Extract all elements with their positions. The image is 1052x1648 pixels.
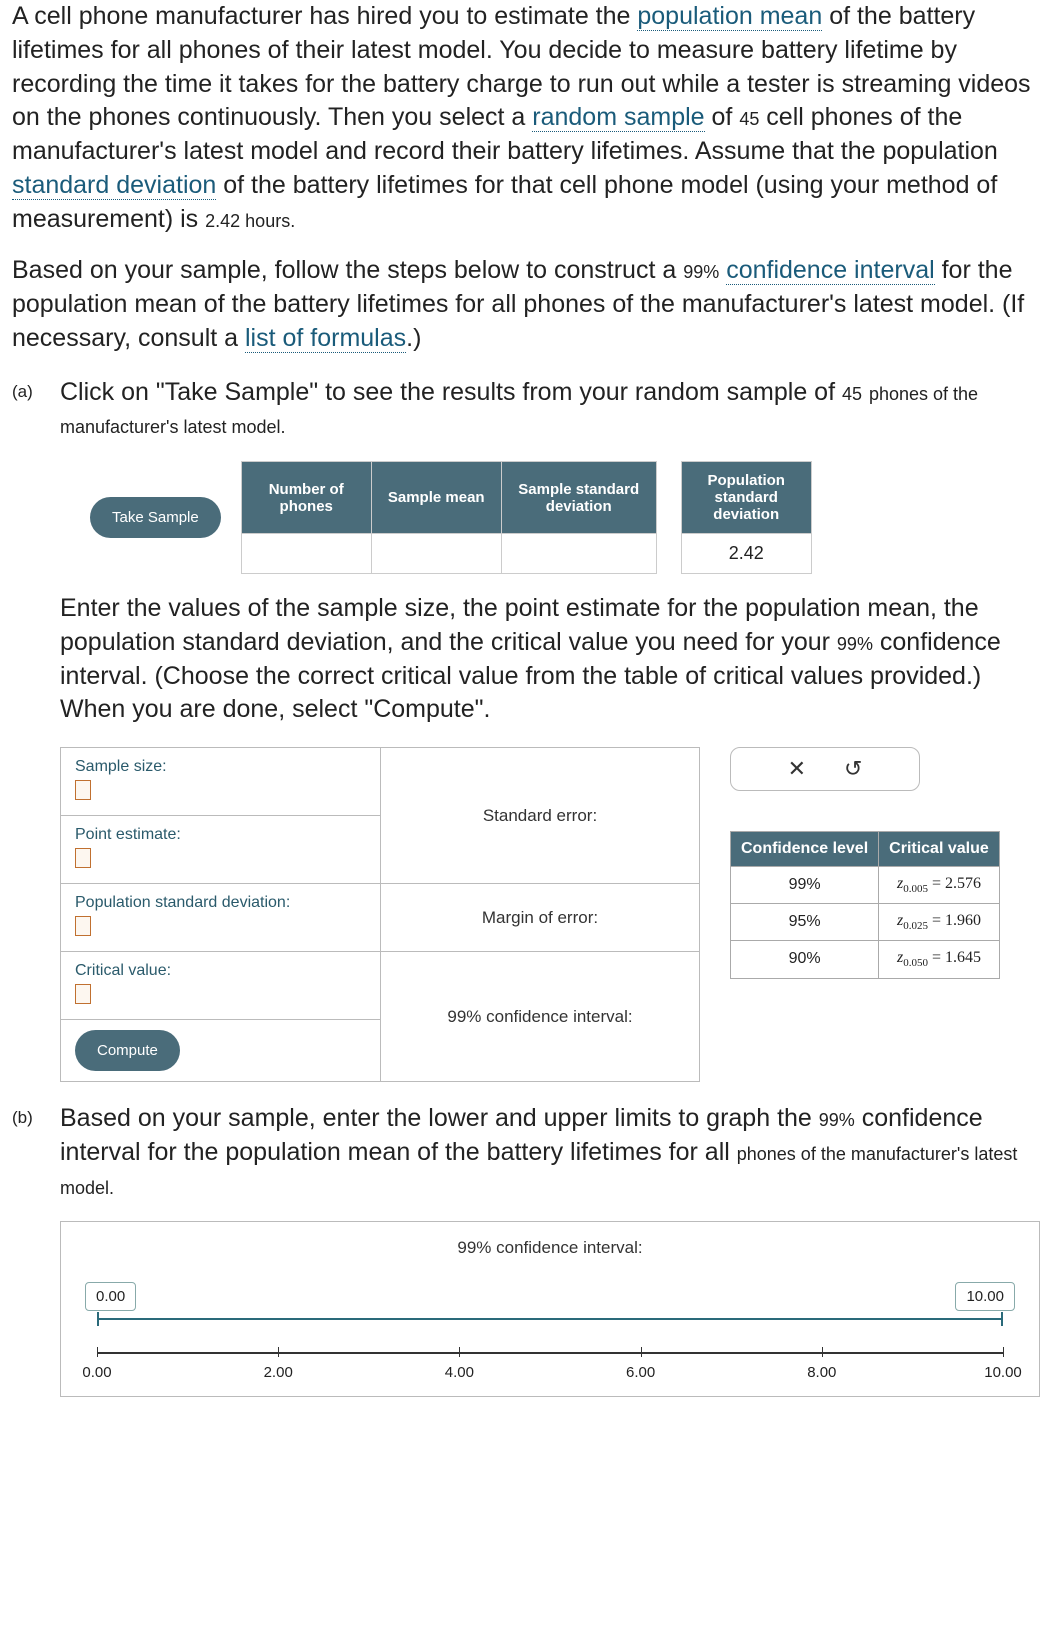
part-b-text: Based on your sample, enter the lower an…: [60, 1102, 1040, 1203]
label-sample-size: Sample size:: [75, 758, 366, 776]
out-margin-error: Margin of error:: [381, 884, 700, 952]
crit-level-1: 95%: [731, 904, 879, 941]
link-list-of-formulas[interactable]: list of formulas: [245, 324, 406, 353]
row-point-estimate: Point estimate:: [61, 816, 381, 884]
compute-table: Sample size: Standard error: Point estim…: [60, 747, 700, 1082]
upper-limit-input[interactable]: 10.00: [955, 1282, 1015, 1311]
cell-sample-mean: [371, 534, 501, 574]
lower-limit-input[interactable]: 0.00: [85, 1282, 136, 1311]
text: .): [406, 324, 421, 352]
col-sample-mean: Sample mean: [371, 462, 501, 534]
crit-sub-0: 0.005: [903, 883, 928, 895]
out-standard-error: Standard error:: [381, 748, 700, 884]
sample-n: 45: [739, 109, 759, 129]
number-line-panel: 99% confidence interval: 0.00 10.00 0.00…: [60, 1221, 1040, 1397]
crit-h2: Critical value: [879, 832, 1000, 867]
input-pop-sd[interactable]: [75, 916, 91, 936]
critical-value-table: Confidence level Critical value 99% z0.0…: [730, 831, 1000, 979]
link-confidence-interval[interactable]: confidence interval: [726, 256, 934, 285]
sample-table: Number of phones Sample mean Sample stan…: [241, 461, 657, 574]
row-compute: Compute: [61, 1020, 381, 1082]
pct: 99%: [819, 1110, 855, 1130]
crit-val-1: 1.960: [945, 912, 981, 929]
n: 45: [842, 384, 862, 404]
link-population-mean[interactable]: population mean: [637, 2, 822, 31]
tick-4: 8.00: [807, 1364, 836, 1381]
text: of: [705, 103, 740, 131]
row-critical-value: Critical value:: [61, 952, 381, 1020]
input-point-estimate[interactable]: [75, 848, 91, 868]
interval-bar: [97, 1318, 1003, 1320]
col-sample-sd: Sample standard deviation: [501, 462, 656, 534]
conf-pct: 99%: [683, 262, 719, 282]
crit-h1: Confidence level: [731, 832, 879, 867]
link-standard-deviation[interactable]: standard deviation: [12, 171, 216, 200]
cell-sample-sd: [501, 534, 656, 574]
part-a-text: Click on "Take Sample" to see the result…: [60, 376, 1040, 444]
part-b-label: (b): [12, 1102, 46, 1397]
text: Based on your sample, follow the steps b…: [12, 256, 683, 284]
problem-intro: A cell phone manufacturer has hired you …: [12, 0, 1040, 236]
col-pop-sd: Population standard deviation: [681, 462, 811, 534]
text: A cell phone manufacturer has hired you …: [12, 2, 637, 30]
cell-pop-sd: 2.42: [681, 534, 811, 574]
pop-sd-table: Population standard deviation 2.42: [681, 461, 812, 574]
part-a-text-2: Enter the values of the sample size, the…: [60, 592, 1040, 727]
part-b: (b) Based on your sample, enter the lowe…: [12, 1102, 1040, 1397]
label-pop-sd: Population standard deviation:: [75, 894, 366, 912]
reset-icon[interactable]: ↺: [844, 756, 862, 782]
col-num-phones: Number of phones: [241, 462, 371, 534]
crit-val-2: 1.645: [945, 949, 981, 966]
label-critical-value: Critical value:: [75, 962, 366, 980]
sigma-unit: hours.: [240, 211, 295, 231]
label-point-estimate: Point estimate:: [75, 826, 366, 844]
crit-sub-2: 0.050: [903, 958, 928, 970]
input-critical-value[interactable]: [75, 984, 91, 1004]
crit-value-0: z0.005 = 2.576: [879, 867, 1000, 904]
crit-level-0: 99%: [731, 867, 879, 904]
number-line-axis: 0.00 2.00 4.00 6.00 8.00 10.00: [97, 1352, 1003, 1354]
text: Click on "Take Sample" to see the result…: [60, 378, 842, 406]
crit-sub-1: 0.025: [903, 920, 928, 932]
close-icon[interactable]: ✕: [788, 756, 806, 782]
link-critical-value[interactable]: critical value: [491, 628, 629, 656]
compute-button[interactable]: Compute: [75, 1030, 180, 1071]
take-sample-button[interactable]: Take Sample: [90, 497, 221, 538]
crit-value-1: z0.025 = 1.960: [879, 904, 1000, 941]
crit-val-0: 2.576: [945, 875, 981, 892]
link-point-estimate[interactable]: point estimate: [505, 594, 661, 622]
text: you need for your: [628, 628, 836, 656]
part-a: (a) Click on "Take Sample" to see the re…: [12, 376, 1040, 1083]
part-a-label: (a): [12, 376, 46, 1083]
tick-3: 6.00: [626, 1364, 655, 1381]
row-pop-sd: Population standard deviation:: [61, 884, 381, 952]
problem-intro-2: Based on your sample, follow the steps b…: [12, 254, 1040, 355]
control-box: ✕ ↺: [730, 747, 920, 791]
input-sample-size[interactable]: [75, 780, 91, 800]
link-random-sample[interactable]: random sample: [532, 103, 704, 132]
out-confidence-interval: 99% confidence interval:: [381, 952, 700, 1082]
nl-title: 99% confidence interval:: [77, 1238, 1023, 1258]
crit-value-2: z0.050 = 1.645: [879, 941, 1000, 978]
sigma-value: 2.42: [205, 211, 240, 231]
text: Enter the values of the sample size, the: [60, 594, 505, 622]
row-sample-size: Sample size:: [61, 748, 381, 816]
tick-0: 0.00: [82, 1364, 111, 1381]
pct: 99%: [837, 634, 873, 654]
tick-5: 10.00: [984, 1364, 1022, 1381]
text: Based on your sample, enter the lower an…: [60, 1104, 819, 1132]
crit-level-2: 90%: [731, 941, 879, 978]
interval-end-left: [97, 1312, 99, 1326]
interval-end-right: [1001, 1312, 1003, 1326]
cell-num-phones: [241, 534, 371, 574]
tick-2: 4.00: [445, 1364, 474, 1381]
tick-1: 2.00: [264, 1364, 293, 1381]
